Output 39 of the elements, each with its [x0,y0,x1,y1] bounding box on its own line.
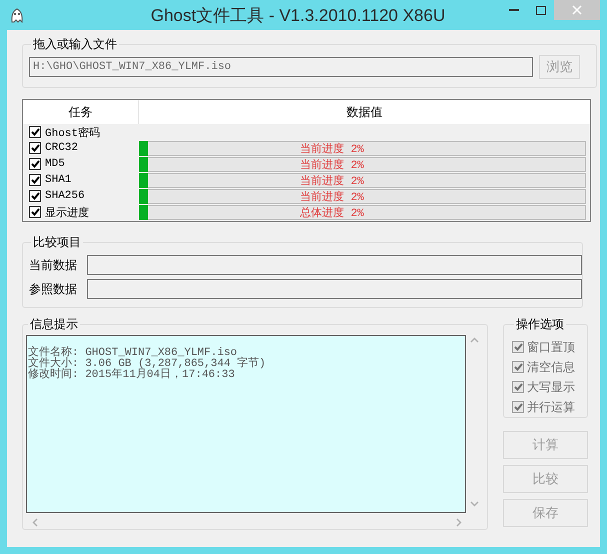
option-label: 并行运算 [527,398,575,416]
progress-reading: 当前进度 2% [300,142,364,156]
window-title: Ghost文件工具 - V1.3.2010.1120 X86U [150,4,446,26]
maximize-icon [536,6,546,14]
task-label: SHA256 [45,190,85,202]
browse-button[interactable]: 浏览 [539,55,580,79]
checkbox[interactable] [29,142,41,154]
field-label: 参照数据 [29,280,78,298]
task-label: SHA1 [45,174,72,186]
column-header: 数据值 [346,104,384,120]
checkbox[interactable] [29,206,41,218]
checkbox[interactable] [29,158,41,170]
option-label: 大写显示 [527,378,575,396]
task-label: Ghost密码 [45,126,100,140]
close-icon [572,5,582,15]
minimize-icon [508,9,518,11]
group-title: 拖入或输入文件 [32,36,118,53]
info-line: 修改时间: 2015年11月04日，17:46:33 [28,370,236,381]
column-header: 任务 [23,100,139,124]
checkbox[interactable] [29,190,41,202]
path-field[interactable]: H:\GHO\GHOST_WIN7_X86_YLMF.iso [29,57,533,77]
group-title: 操作选项 [515,316,565,333]
task-label: 显示进度 [45,206,89,220]
progress-reading: 当前进度 2% [300,190,364,204]
checkbox[interactable] [29,174,41,186]
group-title: 信息提示 [29,316,79,333]
progress-reading: 总体进度 2% [300,206,364,220]
field-label: 当前数据 [29,256,78,274]
option-label: 窗口置顶 [527,338,575,356]
data-field[interactable] [87,255,582,275]
option-label: 清空信息 [527,358,575,376]
progress-reading: 当前进度 2% [300,174,364,188]
data-field[interactable] [87,279,582,299]
progress-reading: 当前进度 2% [300,158,364,172]
group-title: 比较项目 [32,234,82,251]
info-text-area[interactable]: 文件名称: GHOST_WIN7_X86_YLMF.iso 文件大小: 3.06 GB (3,287,865,344 字节) 修改时间: 2015年11月04日，17:46:33 [26,335,466,513]
checkbox[interactable] [29,126,41,138]
task-label: MD5 [45,158,65,170]
task-label: CRC32 [45,142,78,154]
